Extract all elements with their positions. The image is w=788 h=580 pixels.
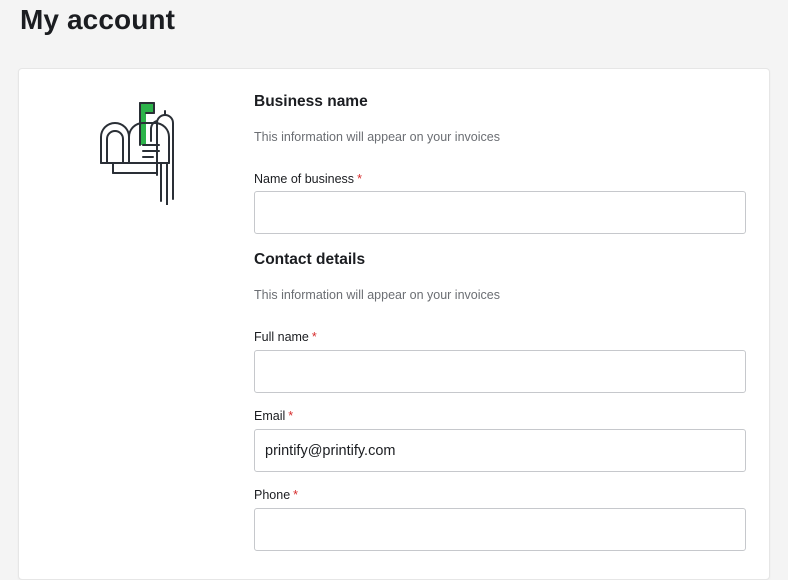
phone-label: Phone * [254,488,298,502]
contact-section-subtitle: This information will appear on your inv… [254,288,500,302]
required-marker: * [288,409,294,423]
full-name-label: Full name * [254,330,317,344]
mailbox-icon [100,102,174,205]
email-label-text: Email [254,409,286,423]
page-title: My account [20,4,176,35]
phone-label-text: Phone [254,488,291,502]
email-label: Email * [254,409,293,423]
phone-input[interactable] [254,508,746,551]
email-input[interactable] [254,429,746,472]
full-name-input[interactable] [254,350,746,393]
business-name-label-text: Name of business [254,172,355,186]
business-name-input[interactable] [254,191,746,234]
contact-section-title: Contact details [254,251,366,268]
business-section-title: Business name [254,93,368,110]
required-marker: * [293,488,299,502]
business-section-subtitle: This information will appear on your inv… [254,130,500,144]
required-marker: * [357,172,362,186]
business-name-label: Name of business * [254,172,362,186]
account-card: Business name This information will appe… [18,68,770,580]
full-name-label-text: Full name [254,330,309,344]
required-marker: * [311,330,317,344]
